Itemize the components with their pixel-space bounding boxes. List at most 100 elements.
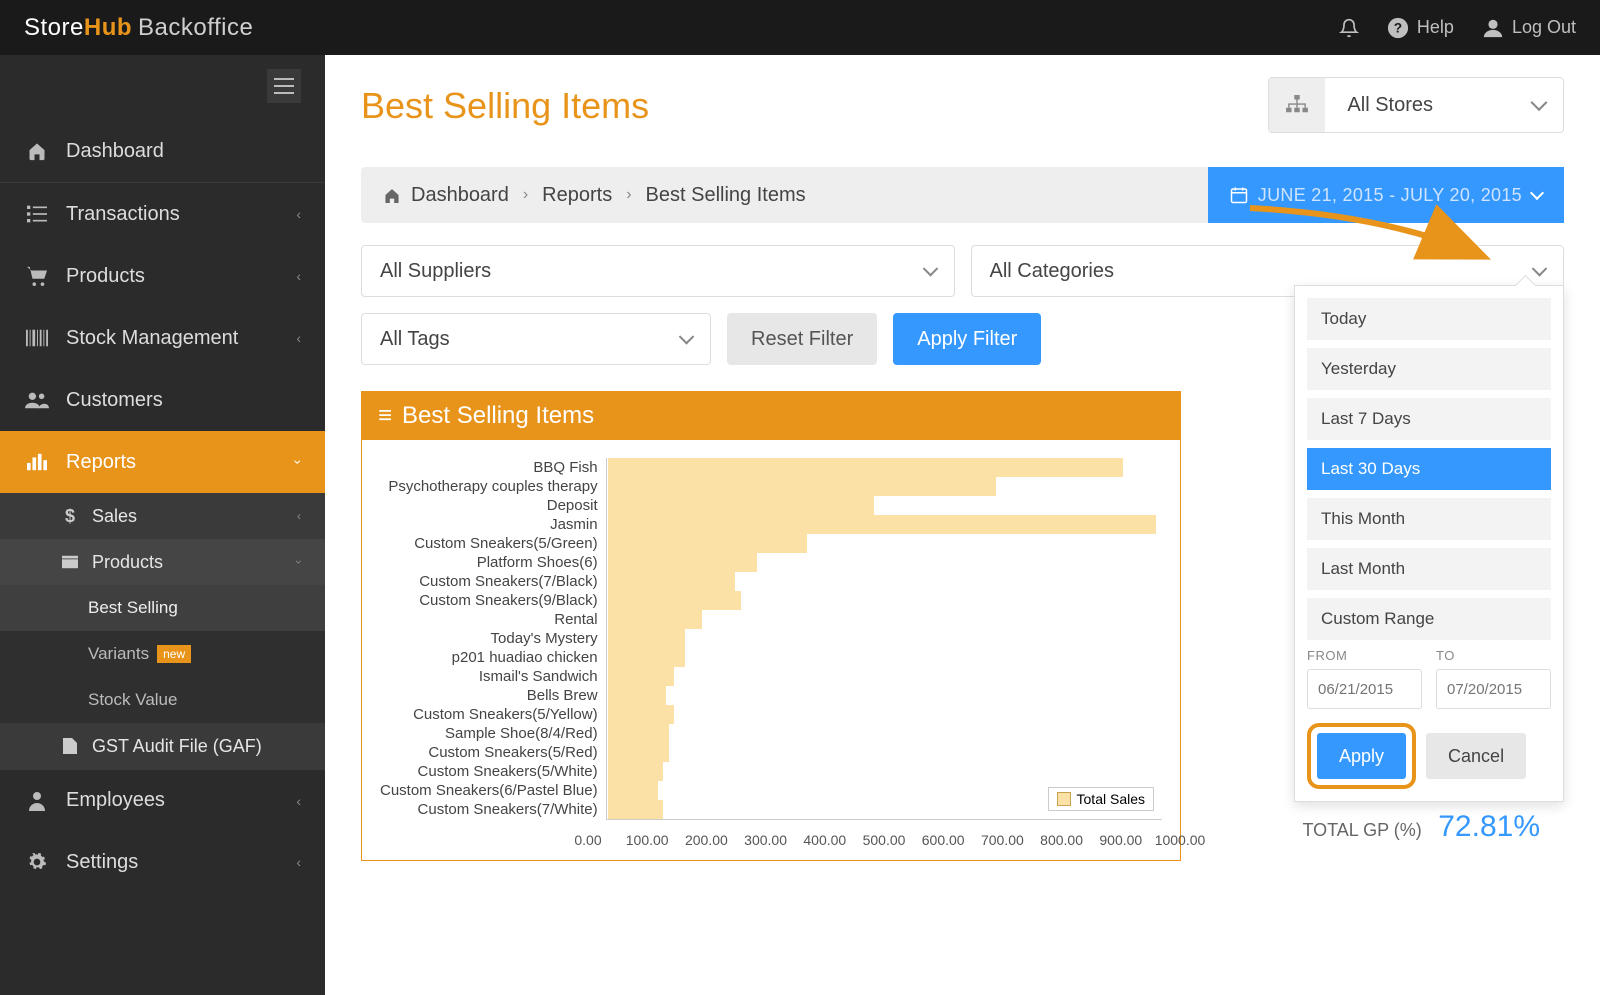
nav-best-selling[interactable]: Best Selling (0, 585, 325, 631)
chart-icon (24, 453, 50, 471)
chart-category-label: p201 huadiao chicken (452, 648, 598, 667)
chart-x-tick: 700.00 (981, 832, 1024, 848)
gear-icon (24, 852, 50, 872)
nav-reports-label: Reports (66, 451, 136, 474)
menu-icon: ≡ (378, 402, 392, 430)
chart-bar (608, 724, 669, 743)
legend-swatch (1057, 792, 1071, 806)
store-picker[interactable]: All Stores (1268, 77, 1564, 133)
best-selling-panel: ≡ Best Selling Items BBQ FishPsychothera… (361, 391, 1181, 861)
supplier-filter-value: All Suppliers (380, 260, 491, 283)
chart-category-label: Custom Sneakers(9/Black) (419, 591, 597, 610)
to-date-input[interactable] (1436, 669, 1551, 709)
chart-y-labels: BBQ FishPsychotherapy couples therapyDep… (380, 458, 598, 820)
chart-x-tick: 0.00 (574, 832, 601, 848)
supplier-filter[interactable]: All Suppliers (361, 245, 955, 297)
chart-x-tick: 500.00 (863, 832, 906, 848)
calendar-icon (1230, 186, 1248, 204)
nav-settings[interactable]: Settings ‹ (0, 831, 325, 893)
chart-category-label: Ismail's Sandwich (479, 667, 598, 686)
brand-right: Backoffice (138, 14, 253, 41)
chart-category-label: Today's Mystery (491, 629, 598, 648)
kpi-value: 72.81% (1438, 810, 1540, 843)
nav-reports-sales-label: Sales (92, 506, 137, 527)
chart-x-tick: 900.00 (1099, 832, 1142, 848)
home-icon (383, 187, 401, 203)
breadcrumb-home[interactable]: Dashboard (411, 184, 509, 207)
chart-category-label: Custom Sneakers(6/Pastel Blue) (380, 781, 598, 800)
users-icon (24, 391, 50, 409)
cancel-date-button[interactable]: Cancel (1426, 733, 1526, 779)
sidebar-toggle[interactable] (267, 69, 301, 103)
chart-x-tick: 600.00 (922, 832, 965, 848)
apply-filter-button[interactable]: Apply Filter (893, 313, 1041, 365)
help-icon: ? (1387, 17, 1409, 39)
cart-icon (24, 266, 50, 286)
date-range-option[interactable]: Today (1307, 298, 1551, 340)
chevron-left-icon: ‹ (296, 854, 301, 870)
date-range-option[interactable]: Last Month (1307, 548, 1551, 590)
date-range-option[interactable]: This Month (1307, 498, 1551, 540)
nav-employees[interactable]: Employees ‹ (0, 769, 325, 831)
store-picker-value: All Stores (1325, 94, 1563, 117)
nav-products[interactable]: Products ‹ (0, 245, 325, 307)
chart-category-label: Deposit (547, 496, 598, 515)
from-date-input[interactable] (1307, 669, 1422, 709)
chevron-down-icon: › (292, 560, 306, 564)
chevron-left-icon: ‹ (296, 206, 301, 222)
nav-reports-sales[interactable]: $ Sales ‹ (0, 493, 325, 539)
notifications-button[interactable] (1339, 17, 1359, 39)
chart-bar (608, 572, 736, 591)
svg-text:?: ? (1394, 20, 1402, 35)
chart-legend: Total Sales (1048, 787, 1154, 811)
chevron-down-icon: › (291, 460, 307, 465)
nav-transactions[interactable]: Transactions ‹ (0, 183, 325, 245)
breadcrumb-separator: › (626, 186, 631, 204)
tag-filter[interactable]: All Tags (361, 313, 711, 365)
nav-gst[interactable]: GST Audit File (GAF) (0, 723, 325, 769)
chart-bar (608, 591, 741, 610)
apply-date-button[interactable]: Apply (1317, 733, 1406, 779)
date-range-option[interactable]: Yesterday (1307, 348, 1551, 390)
breadcrumb-separator: › (523, 186, 528, 204)
nav-dashboard[interactable]: Dashboard (0, 120, 325, 182)
chart-category-label: Custom Sneakers(5/White) (418, 762, 598, 781)
chart-bar (608, 458, 1124, 477)
nav-stock[interactable]: Stock Management ‹ (0, 307, 325, 369)
nav-variants-label: Variants (88, 644, 149, 664)
nav-customers[interactable]: Customers (0, 369, 325, 431)
nav-employees-label: Employees (66, 789, 165, 812)
reset-filter-button[interactable]: Reset Filter (727, 313, 877, 365)
date-range-option[interactable]: Last 7 Days (1307, 398, 1551, 440)
chart-x-tick: 100.00 (626, 832, 669, 848)
org-icon (1269, 78, 1325, 132)
breadcrumb-reports[interactable]: Reports (542, 184, 612, 207)
date-range-option[interactable]: Custom Range (1307, 598, 1551, 640)
file-icon (60, 738, 80, 754)
chart-bar (608, 781, 658, 800)
chart-bar (608, 800, 663, 819)
chart-x-tick: 400.00 (803, 832, 846, 848)
chart-bar (608, 553, 758, 572)
total-gp-kpi: TOTAL GP (%) 72.81% (1302, 810, 1540, 844)
nav-stock-value[interactable]: Stock Value (0, 677, 325, 723)
nav-variants[interactable]: Variants new (0, 631, 325, 677)
main-content: Best Selling Items All Stores Dashboard … (325, 55, 1600, 995)
help-button[interactable]: ? Help (1387, 17, 1454, 39)
nav-reports[interactable]: Reports › (0, 431, 325, 493)
chart-category-label: Platform Shoes(6) (477, 553, 598, 572)
chart-category-label: Custom Sneakers(5/Red) (428, 743, 597, 762)
brand-left: Store (24, 14, 84, 41)
chart-category-label: Custom Sneakers(7/Black) (419, 572, 597, 591)
date-range-option[interactable]: Last 30 Days (1307, 448, 1551, 490)
logout-button[interactable]: Log Out (1482, 17, 1576, 39)
chart-category-label: Custom Sneakers(5/Green) (414, 534, 597, 553)
chart-category-label: Sample Shoe(8/4/Red) (445, 724, 598, 743)
chart-bar (608, 629, 686, 648)
nav-reports-products[interactable]: Products › (0, 539, 325, 585)
chevron-down-icon (1530, 186, 1544, 200)
chart-bars: Total Sales (606, 458, 1162, 820)
date-range-button[interactable]: JUNE 21, 2015 - JULY 20, 2015 (1208, 167, 1564, 223)
nav-gst-label: GST Audit File (GAF) (92, 736, 262, 757)
chart-bar (608, 496, 874, 515)
